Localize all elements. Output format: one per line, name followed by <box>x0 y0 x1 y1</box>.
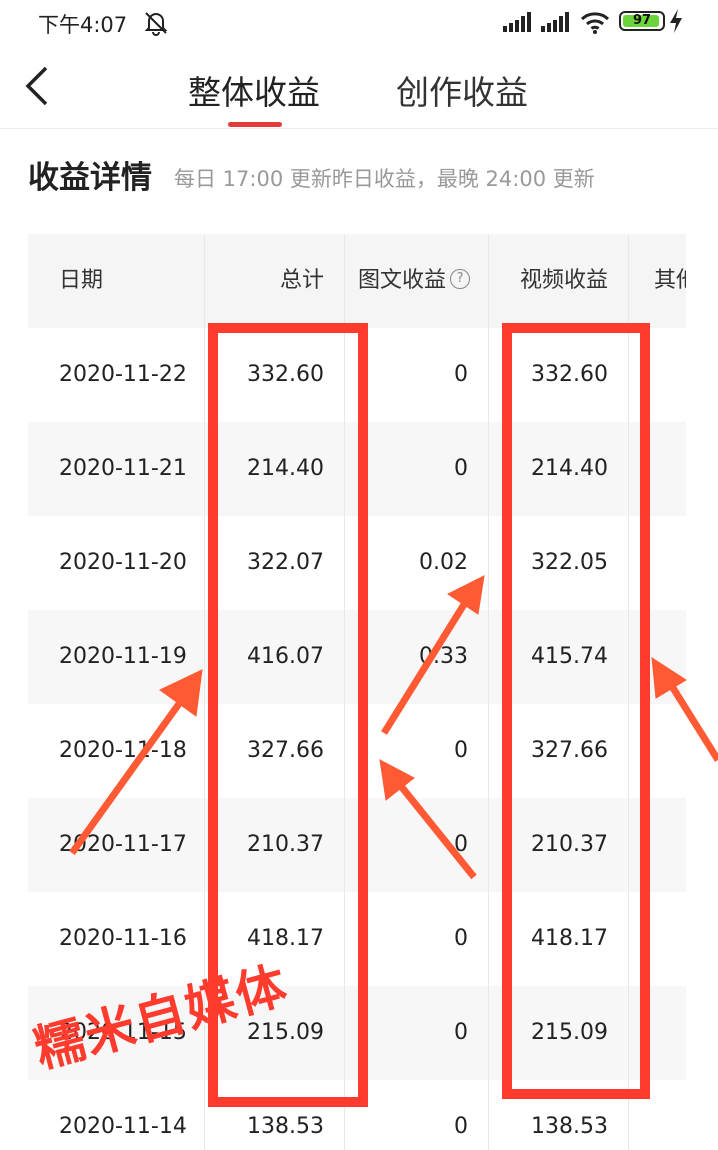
cell-total: 332.60 <box>247 362 324 387</box>
nav-bar: 整体收益 创作收益 <box>0 44 718 129</box>
tab-overall-income[interactable]: 整体收益 <box>188 66 320 114</box>
cell-video-income: 214.40 <box>531 456 608 481</box>
status-bar: 下午4:07 97 <box>0 0 718 44</box>
cell-text-income: 0 <box>454 1020 468 1045</box>
table-header-row: 日期 总计 图文收益? 视频收益 其他 <box>28 234 686 328</box>
cell-date: 2020-11-21 <box>59 456 187 481</box>
active-tab-indicator <box>228 122 282 127</box>
cell-date: 2020-11-22 <box>59 362 187 387</box>
signal-icon-2 <box>541 12 569 32</box>
cell-date: 2020-11-17 <box>59 832 187 857</box>
cell-total: 416.07 <box>247 644 324 669</box>
cell-text-income: 0 <box>454 832 468 857</box>
cell-video-income: 327.66 <box>531 738 608 763</box>
cell-total: 214.40 <box>247 456 324 481</box>
bell-muted-icon <box>144 12 168 36</box>
cell-total: 210.37 <box>247 832 324 857</box>
table-row: 2020-11-14 138.53 0 138.53 <box>28 1080 686 1150</box>
section-title: 收益详情 <box>28 160 152 196</box>
cell-date: 2020-11-14 <box>59 1114 187 1139</box>
charging-icon <box>670 9 682 33</box>
cell-total: 322.07 <box>247 550 324 575</box>
header-other: 其他 <box>654 268 686 293</box>
cell-date: 2020-11-19 <box>59 644 187 669</box>
cell-text-income: 0 <box>454 1114 468 1139</box>
cell-text-income: 0.33 <box>419 644 468 669</box>
table-row: 2020-11-21 214.40 0 214.40 <box>28 422 686 516</box>
header-text-income: 图文收益? <box>358 234 488 328</box>
status-time: 下午4:07 <box>38 13 128 37</box>
table-row: 2020-11-16 418.17 0 418.17 <box>28 892 686 986</box>
cell-video-income: 415.74 <box>531 644 608 669</box>
cell-text-income: 0 <box>454 456 468 481</box>
header-total: 总计 <box>279 268 324 293</box>
signal-icon <box>503 12 531 32</box>
cell-video-income: 332.60 <box>531 362 608 387</box>
tab-creation-income[interactable]: 创作收益 <box>396 66 528 114</box>
cell-text-income: 0 <box>454 738 468 763</box>
battery-level: 97 <box>632 13 652 28</box>
wifi-icon <box>580 12 610 34</box>
table-row: 2020-11-20 322.07 0.02 322.05 <box>28 516 686 610</box>
cell-total: 138.53 <box>247 1114 324 1139</box>
cell-date: 2020-11-18 <box>59 738 187 763</box>
cell-video-income: 322.05 <box>531 550 608 575</box>
header-video-income: 视频收益 <box>519 268 608 293</box>
cell-text-income: 0 <box>454 362 468 387</box>
header-text-income-label: 图文收益 <box>358 268 447 293</box>
battery-indicator: 97 <box>619 11 665 31</box>
help-icon[interactable]: ? <box>450 269 471 289</box>
cell-date: 2020-11-20 <box>59 550 187 575</box>
cell-text-income: 0 <box>454 926 468 951</box>
cell-text-income: 0.02 <box>419 550 468 575</box>
cell-video-income: 138.53 <box>531 1114 608 1139</box>
header-date: 日期 <box>59 268 104 293</box>
table-row: 2020-11-17 210.37 0 210.37 <box>28 798 686 892</box>
back-arrow-icon[interactable] <box>22 64 52 108</box>
cell-video-income: 418.17 <box>531 926 608 951</box>
cell-video-income: 210.37 <box>531 832 608 857</box>
table-row: 2020-11-18 327.66 0 327.66 <box>28 704 686 798</box>
cell-video-income: 215.09 <box>531 1020 608 1045</box>
table-row: 2020-11-22 332.60 0 332.60 <box>28 328 686 422</box>
update-note: 每日 17:00 更新昨日收益，最晚 24:00 更新 <box>174 167 595 191</box>
cell-total: 327.66 <box>247 738 324 763</box>
table-row: 2020-11-19 416.07 0.33 415.74 <box>28 610 686 704</box>
